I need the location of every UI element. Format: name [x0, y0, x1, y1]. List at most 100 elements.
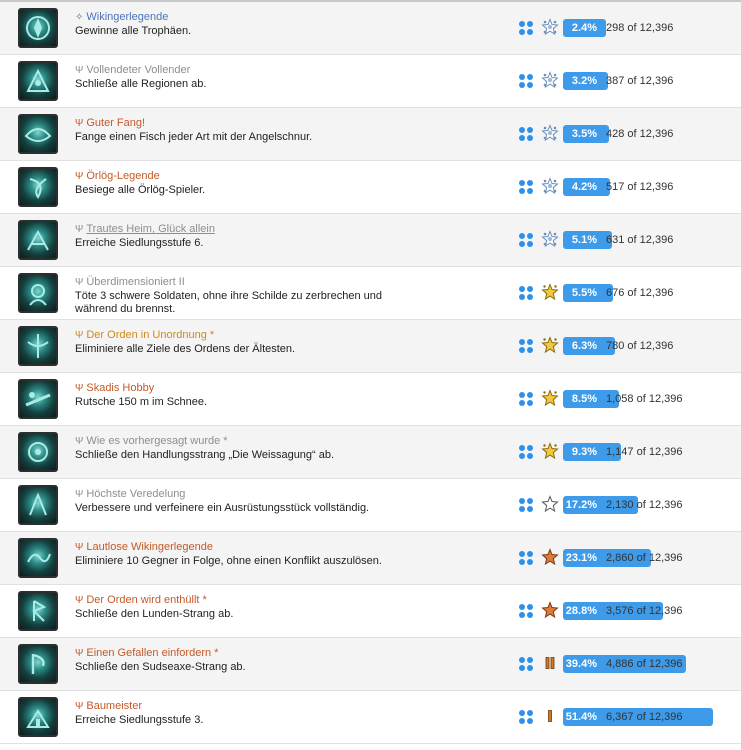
- completion-bar: 17.2% 2,130 of 12,396: [563, 496, 741, 514]
- trophy-row[interactable]: Ψ Skadis Hobby Rutsche 150 m im Schnee. 8.5…: [0, 373, 741, 426]
- trophy-description: Rutsche 150 m im Schnee.: [75, 396, 208, 408]
- trophy-image[interactable]: [18, 697, 58, 737]
- total-owners: 12,396: [639, 75, 674, 87]
- of-label: of: [627, 340, 637, 352]
- of-label: of: [627, 22, 637, 34]
- trophy-title[interactable]: Trautes Heim, Glück allein: [86, 223, 215, 235]
- bronze-trophy-icon: Ψ: [75, 542, 84, 553]
- trophy-title[interactable]: Örlög-Legende: [86, 170, 159, 182]
- ultra-rare-icon: [541, 71, 559, 89]
- trophy-row[interactable]: Ψ Wie es vorhergesagt wurde * Schließe den…: [0, 426, 741, 479]
- trophy-image[interactable]: [18, 8, 58, 48]
- trophy-row[interactable]: Ψ Überdimensioniert II Töte 3 schwere Sold…: [0, 267, 741, 320]
- completion-percent: 5.5%: [563, 284, 601, 302]
- trophy-row[interactable]: Ψ Örlög-Legende Besiege alle Örlög-Spieler…: [0, 161, 741, 214]
- of-label: of: [627, 234, 637, 246]
- owners-value: 298: [606, 22, 625, 34]
- trophy-image[interactable]: [18, 167, 58, 207]
- total-owners: 12,396: [648, 552, 683, 564]
- trophy-row[interactable]: Ψ Trautes Heim, Glück allein Erreiche Sied…: [0, 214, 741, 267]
- completion-bar: 5.1% 631 of 12,396: [563, 231, 741, 249]
- trophy-image[interactable]: [18, 591, 58, 631]
- owners-value: 387: [606, 75, 625, 87]
- total-owners: 12,396: [639, 22, 674, 34]
- trophy-row[interactable]: Ψ Lautlose Wikingerlegende Eliminiere 10 G…: [0, 532, 741, 585]
- trophy-image[interactable]: [18, 114, 58, 154]
- completion-bar: 3.5% 428 of 12,396: [563, 125, 741, 143]
- trophy-image[interactable]: [18, 538, 58, 578]
- platform-icon: [519, 127, 533, 141]
- platform-icon: [519, 657, 533, 671]
- trophy-row[interactable]: Ψ Baumeister Erreiche Siedlungsstufe 3. 51.…: [0, 691, 741, 744]
- platform-icon: [519, 445, 533, 459]
- trophy-title[interactable]: Lautlose Wikingerlegende: [86, 541, 213, 553]
- silver-trophy-icon: Ψ: [75, 65, 84, 76]
- platform-icon: [519, 180, 533, 194]
- owner-count: 1,147 of 12,396: [606, 443, 683, 461]
- total-owners: 12,396: [639, 181, 674, 193]
- of-label: of: [636, 711, 646, 723]
- trophy-image[interactable]: [18, 432, 58, 472]
- trophy-title[interactable]: Vollendeter Vollender: [86, 64, 190, 76]
- trophy-image[interactable]: [18, 220, 58, 260]
- trophy-title[interactable]: Höchste Veredelung: [86, 488, 185, 500]
- owner-count: 298 of 12,396: [606, 19, 673, 37]
- trophy-description: Erreiche Siedlungsstufe 3.: [75, 714, 204, 726]
- trophy-row[interactable]: Ψ Der Orden wird enthüllt * Schließe den L…: [0, 585, 741, 638]
- trophy-row[interactable]: ✧ Wikingerlegende Gewinne alle Trophäen. 2.…: [0, 2, 741, 55]
- completion-bar: 5.5% 676 of 12,396: [563, 284, 741, 302]
- trophy-title[interactable]: Überdimensioniert II: [86, 276, 184, 288]
- trophy-row[interactable]: Ψ Höchste Veredelung Verbessere und verfei…: [0, 479, 741, 532]
- trophy-image[interactable]: [18, 273, 58, 313]
- silver-trophy-icon: Ψ: [75, 489, 84, 500]
- trophy-title[interactable]: Guter Fang!: [86, 117, 145, 129]
- uncommon-icon: [541, 601, 559, 619]
- total-owners: 12,396: [639, 287, 674, 299]
- trophy-title[interactable]: Skadis Hobby: [86, 382, 154, 394]
- owners-value: 780: [606, 340, 625, 352]
- trophy-title[interactable]: Der Orden in Unordnung *: [86, 329, 214, 341]
- owners-value: 3,576: [606, 605, 634, 617]
- trophy-title-line: Ψ Überdimensioniert II: [75, 276, 185, 288]
- trophy-image[interactable]: [18, 644, 58, 684]
- trophy-title[interactable]: Wikingerlegende: [86, 11, 168, 23]
- platform-icon: [519, 286, 533, 300]
- very-rare-icon: [541, 283, 559, 301]
- trophy-row[interactable]: Ψ Einen Gefallen einfordern * Schließe den…: [0, 638, 741, 691]
- trophy-description: Schließe den Lunden-Strang ab.: [75, 608, 234, 620]
- trophy-row[interactable]: Ψ Vollendeter Vollender Schließe alle Regi…: [0, 55, 741, 108]
- trophy-image[interactable]: [18, 61, 58, 101]
- trophy-image[interactable]: [18, 379, 58, 419]
- platform-icon: [519, 339, 533, 353]
- total-owners: 12,396: [648, 711, 683, 723]
- owners-value: 428: [606, 128, 625, 140]
- trophy-description: Töte 3 schwere Soldaten, ohne ihre Schil…: [75, 290, 382, 315]
- trophy-image[interactable]: [18, 326, 58, 366]
- ultra-rare-icon: [541, 230, 559, 248]
- total-owners: 12,396: [648, 499, 683, 511]
- trophy-title[interactable]: Baumeister: [86, 700, 142, 712]
- rare-icon: [541, 495, 559, 513]
- trophy-image[interactable]: [18, 485, 58, 525]
- completion-percent: 3.2%: [563, 72, 601, 90]
- trophy-row[interactable]: Ψ Der Orden in Unordnung * Eliminiere alle…: [0, 320, 741, 373]
- bronze-trophy-icon: Ψ: [75, 595, 84, 606]
- owner-count: 2,130 of 12,396: [606, 496, 683, 514]
- trophy-title[interactable]: Wie es vorhergesagt wurde *: [86, 435, 227, 447]
- ultra-rare-icon: [541, 177, 559, 195]
- trophy-title[interactable]: Einen Gefallen einfordern *: [86, 647, 218, 659]
- trophy-title[interactable]: Der Orden wird enthüllt *: [86, 594, 206, 606]
- platform-icon: [519, 498, 533, 512]
- very-rare-icon: [541, 389, 559, 407]
- of-label: of: [627, 181, 637, 193]
- total-owners: 12,396: [648, 446, 683, 458]
- gold-trophy-icon: Ψ: [75, 330, 84, 341]
- trophy-title-line: Ψ Baumeister: [75, 700, 142, 712]
- completion-percent: 2.4%: [563, 19, 601, 37]
- of-label: of: [627, 287, 637, 299]
- of-label: of: [627, 75, 637, 87]
- completion-bar: 23.1% 2,860 of 12,396: [563, 549, 741, 567]
- trophy-row[interactable]: Ψ Guter Fang! Fange einen Fisch jeder Art …: [0, 108, 741, 161]
- platform-icon: [519, 74, 533, 88]
- of-label: of: [636, 393, 646, 405]
